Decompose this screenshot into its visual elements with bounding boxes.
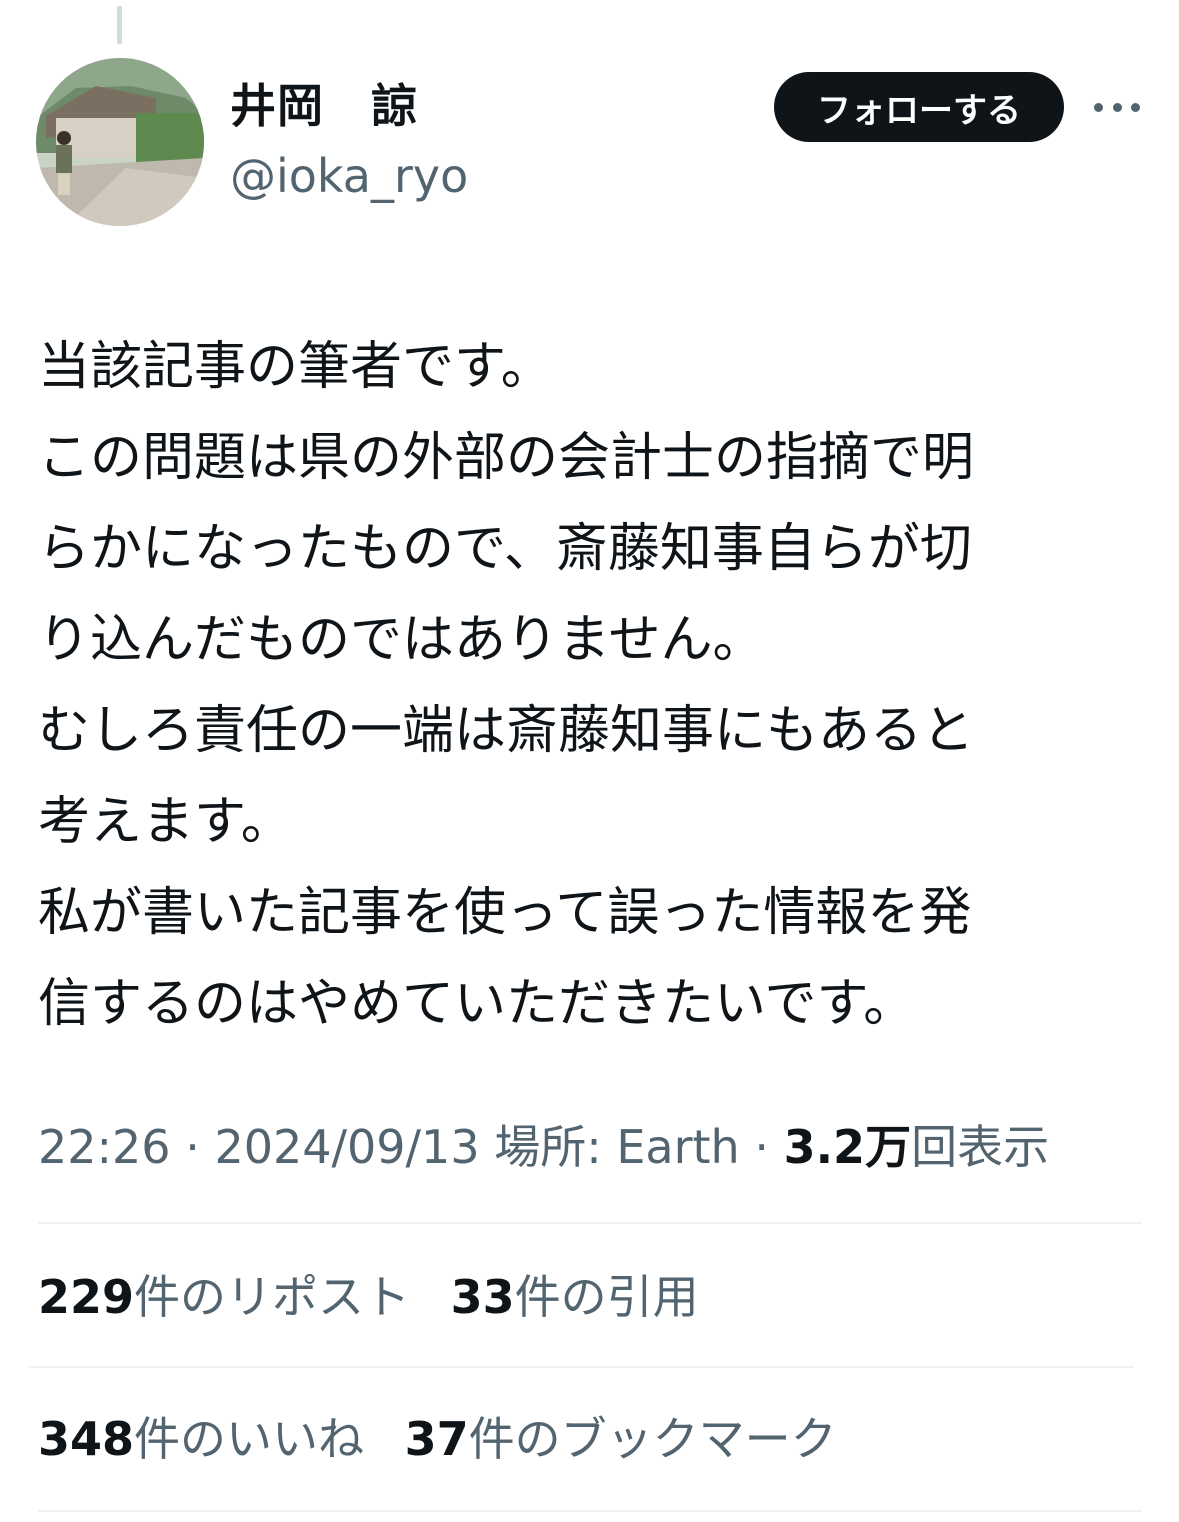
more-horizontal-icon[interactable] (1094, 94, 1140, 120)
view-count-label: 回表示 (911, 1120, 1050, 1174)
reposts-label: 件のリポスト (134, 1270, 411, 1324)
tweet-line: 当該記事の筆者です。 (38, 337, 553, 397)
author-display-name[interactable]: 井岡 諒 (230, 76, 418, 136)
more-dot (1094, 102, 1103, 112)
thread-connector-line (117, 6, 122, 44)
bookmarks-stat[interactable]: 37件のブックマーク (405, 1404, 837, 1474)
meta-separator: · (185, 1120, 200, 1174)
view-count-number: 3.2万 (783, 1120, 912, 1174)
more-dot (1131, 102, 1140, 112)
tweet-line: り込んだものではありません。 (38, 610, 765, 670)
tweet-location: 場所: Earth (494, 1120, 740, 1174)
bookmarks-label: 件のブックマーク (468, 1412, 837, 1466)
bookmarks-count: 37 (404, 1412, 469, 1466)
reposts-stat[interactable]: 229件のリポスト (38, 1262, 410, 1332)
tweet-line: この問題は県の外部の会計士の指摘で明 (38, 428, 975, 488)
meta-separator: · (754, 1120, 769, 1174)
avatar-photo (36, 58, 204, 226)
quotes-label: 件の引用 (514, 1270, 699, 1324)
stats-row-likes: 348件のいいね 37件のブックマーク (38, 1404, 863, 1474)
tweet-date[interactable]: 2024/09/13 (214, 1120, 479, 1174)
tweet-text: 当該記事の筆者です。 この問題は県の外部の会計士の指摘で明 らかになったもので、… (38, 322, 1148, 1050)
tweet-line: 私が書いた記事を使って誤った情報を発 (38, 883, 972, 943)
divider (38, 1510, 1142, 1512)
quotes-count: 33 (450, 1270, 515, 1324)
stats-row-reposts: 229件のリポスト 33件の引用 (38, 1262, 725, 1332)
tweet-line: らかになったもので、斎藤知事自らが切 (38, 519, 972, 579)
follow-button[interactable]: フォローする (774, 72, 1064, 142)
likes-label: 件のいいね (134, 1412, 365, 1466)
avatar[interactable] (36, 58, 204, 226)
view-count[interactable]: 3.2万回表示 (784, 1120, 1050, 1174)
likes-count: 348 (38, 1412, 135, 1466)
tweet-line: 信するのはやめていただきたいです。 (38, 974, 916, 1034)
divider (28, 1366, 1134, 1368)
more-dot (1112, 102, 1122, 112)
tweet-meta: 22:26 · 2024/09/13 場所: Earth · 3.2万回表示 (38, 1112, 1049, 1182)
tweet-line: 考えます。 (38, 792, 293, 852)
likes-stat[interactable]: 348件のいいね (38, 1404, 364, 1474)
divider (38, 1222, 1142, 1224)
reposts-count: 229 (38, 1270, 135, 1324)
tweet-time[interactable]: 22:26 (38, 1120, 171, 1174)
tweet-line: むしろ責任の一端は斎藤知事にもあると (38, 701, 975, 761)
author-handle[interactable]: @ioka_ryo (230, 146, 468, 206)
quotes-stat[interactable]: 33件の引用 (451, 1262, 699, 1332)
follow-button-label: フォローする (817, 90, 1021, 131)
